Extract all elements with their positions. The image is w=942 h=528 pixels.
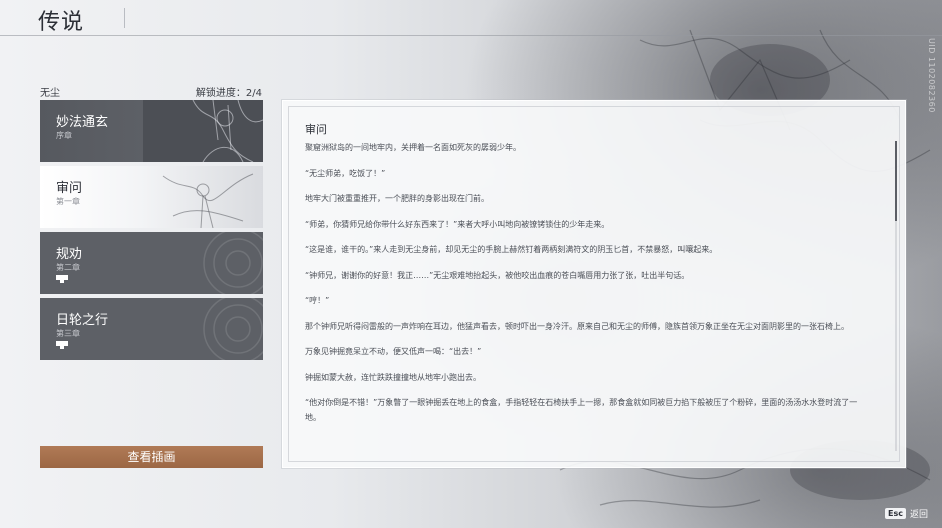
chapter-sub: 第二章 (56, 263, 80, 272)
story-paragraph: “无尘师弟，吃饭了！” (305, 168, 386, 178)
story-panel: 审问 聚窟洲狱岛的一间地牢内，关押着一名面如死灰的孱弱少年。 “无尘师弟，吃饭了… (282, 100, 906, 468)
character-name: 无尘 (40, 88, 60, 99)
chapter-sub: 序章 (56, 131, 72, 140)
emblem-icon (203, 232, 263, 294)
story-paragraph: “钟师兄，谢谢你的好意！我正……”无尘艰难地抬起头，被他咬出血痕的苍白嘴唇用力张… (305, 270, 690, 280)
story-paragraph: “哼！” (305, 296, 330, 305)
chapter-card-chapter-1[interactable]: 审问 第一章 (40, 166, 263, 228)
side-id: UID 1102082360 (927, 38, 936, 113)
story-paragraph: 聚窟洲狱岛的一间地牢内，关押着一名面如死灰的孱弱少年。 (305, 143, 521, 152)
chapter-name: 规劝 (56, 247, 83, 262)
back-control[interactable]: Esc 返回 (885, 507, 928, 520)
chapter-sub: 第一章 (56, 197, 80, 206)
chapter-card-prologue[interactable]: 妙法通玄 序章 (40, 100, 263, 162)
back-label: 返回 (909, 510, 928, 520)
story-text: 聚窟洲狱岛的一间地牢内，关押着一名面如死灰的孱弱少年。 “无尘师弟，吃饭了！” … (305, 141, 863, 436)
emblem-icon (203, 298, 263, 360)
chapter-card-chapter-2[interactable]: 规劝 第二章 (40, 232, 263, 294)
chapter-art (143, 100, 263, 162)
story-paragraph: “他对你倒是不错！”万象瞥了一眼钟掘丢在地上的食盒，手指轻轻在石椅扶手上一摁，那… (305, 398, 858, 422)
unlock-progress: 解锁进度：2/4 (195, 88, 262, 99)
story-paragraph: “师弟，你猜师兄给你带什么好东西来了！”来者大呼小叫地向被镣铐锁住的少年走来。 (305, 219, 610, 229)
chapter-name: 妙法通玄 (56, 115, 109, 130)
story-paragraph: 万象见钟掘竟呆立不动，便又低声一喝：“出去！” (305, 347, 482, 356)
header-divider (0, 35, 942, 36)
page-title: 传说 (38, 10, 85, 35)
story-paragraph: 地牢大门被重重推开，一个肥胖的身影出现在门前。 (305, 194, 489, 203)
title-divider (124, 8, 125, 28)
story-paragraph: 钟掘如蒙大赦，连忙跌跌撞撞地从地牢小跑出去。 (305, 372, 481, 382)
locked-icon (56, 275, 68, 283)
chapter-name: 日轮之行 (56, 313, 109, 328)
chapter-sub: 第三章 (56, 329, 80, 338)
scrollbar-thumb[interactable] (895, 141, 897, 221)
chapter-art (162, 173, 254, 228)
story-title: 审问 (305, 123, 327, 136)
esc-key-icon: Esc (885, 508, 906, 519)
locked-icon (56, 341, 68, 349)
story-paragraph: “这是谁，谁干的。”来人走到无尘身前，却见无尘的手腕上赫然钉着两柄刻满符文的阴玉… (305, 245, 718, 254)
chapter-card-chapter-3[interactable]: 日轮之行 第三章 (40, 298, 263, 360)
story-paragraph: 那个钟师兄听得闷雷般的一声炸响在耳边，他猛声看去，顿时吓出一身冷汗。原来自己和无… (305, 321, 849, 331)
view-illustration-button[interactable]: 查看插画 (40, 446, 263, 468)
chapter-name: 审问 (56, 181, 83, 196)
